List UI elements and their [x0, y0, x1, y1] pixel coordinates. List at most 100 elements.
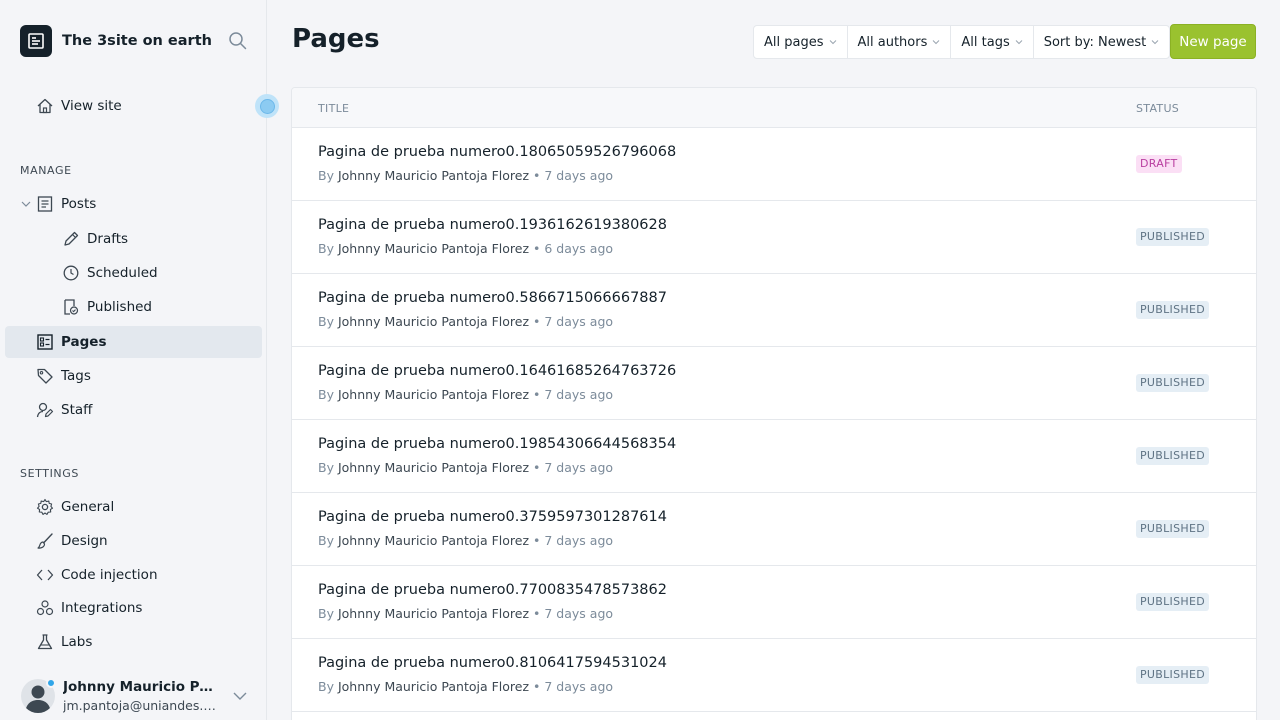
table-row[interactable]: Pagina de prueba numero0.586671506666788… — [292, 274, 1256, 347]
column-status-header: STATUS — [1136, 102, 1180, 115]
page-title-link[interactable]: Pagina de prueba numero0.164616852647637… — [318, 363, 676, 379]
page-meta: By Johnny Mauricio Pantoja Florez • 6 da… — [318, 241, 613, 256]
by-label: By — [318, 679, 334, 694]
manage-section-label: MANAGE — [20, 164, 72, 177]
home-icon — [36, 97, 54, 115]
table-row[interactable]: Pagina de prueba numero0.193616261938062… — [292, 201, 1256, 274]
nav-staff[interactable]: Staff — [5, 394, 262, 426]
meta-separator: • — [533, 606, 541, 621]
table-row[interactable]: Pagina de prueba numero0.164616852647637… — [292, 347, 1256, 420]
nav-drafts-label: Drafts — [87, 231, 129, 247]
brand[interactable]: The 3site on earth — [20, 25, 212, 57]
filter-author-label: All authors — [857, 34, 928, 50]
relative-time: 7 days ago — [544, 679, 614, 694]
nav-posts[interactable]: Posts — [5, 188, 262, 220]
page-meta: By Johnny Mauricio Pantoja Florez • 7 da… — [318, 606, 613, 621]
table-row[interactable]: Pagina de prueba numero0.375959730128761… — [292, 493, 1256, 566]
nav-code-injection[interactable]: Code injection — [5, 559, 262, 591]
pages-table: TITLE STATUS Pagina de prueba numero0.18… — [291, 87, 1257, 720]
relative-time: 7 days ago — [544, 314, 614, 329]
nav-published-label: Published — [87, 299, 152, 315]
meta-separator: • — [533, 533, 541, 548]
nav-tags[interactable]: Tags — [5, 360, 262, 392]
nav-pages[interactable]: Pages — [5, 326, 262, 358]
relative-time: 7 days ago — [544, 460, 614, 475]
user-name: Johnny Mauricio Pantoja Florez — [63, 679, 221, 695]
author-name: Johnny Mauricio Pantoja Florez — [337, 387, 530, 402]
filter-author[interactable]: All authors — [848, 26, 952, 58]
tag-icon — [36, 367, 54, 385]
pages-icon — [36, 333, 54, 351]
relative-time: 7 days ago — [544, 533, 614, 548]
page-title-link[interactable]: Pagina de prueba numero0.180650595267960… — [318, 144, 676, 160]
filter-type[interactable]: All pages — [754, 26, 848, 58]
author-name: Johnny Mauricio Pantoja Florez — [337, 460, 530, 475]
site-logo-icon — [20, 25, 52, 57]
chevron-down-icon — [1151, 40, 1159, 45]
page-title-link[interactable]: Pagina de prueba numero0.586671506666788… — [318, 290, 667, 306]
nav-published[interactable]: Published — [5, 291, 262, 323]
code-icon — [36, 566, 54, 584]
author-name: Johnny Mauricio Pantoja Florez — [337, 314, 530, 329]
nav-integrations-label: Integrations — [61, 600, 143, 616]
page-meta: By Johnny Mauricio Pantoja Florez • 7 da… — [318, 314, 613, 329]
nav-drafts[interactable]: Drafts — [5, 223, 262, 255]
page-title-link[interactable]: Pagina de prueba numero0.375959730128761… — [318, 509, 667, 525]
status-badge: PUBLISHED — [1136, 666, 1209, 684]
page-title-link[interactable]: Pagina de prueba numero0.193616261938062… — [318, 217, 667, 233]
column-title-header: TITLE — [318, 102, 350, 115]
nav-scheduled[interactable]: Scheduled — [5, 257, 262, 289]
nav-general[interactable]: General — [5, 491, 262, 523]
table-row[interactable]: Pagina de prueba numero0.198543066445683… — [292, 420, 1256, 493]
filter-sort[interactable]: Sort by: Newest — [1034, 26, 1170, 58]
author-name: Johnny Mauricio Pantoja Florez — [337, 606, 530, 621]
page-meta: By Johnny Mauricio Pantoja Florez • 7 da… — [318, 387, 613, 402]
nav-general-label: General — [61, 499, 115, 515]
filter-tag-label: All tags — [961, 34, 1010, 50]
brush-icon — [36, 532, 54, 550]
filter-bar: All pages All authors All tags Sort by: … — [753, 25, 1171, 59]
meta-separator: • — [533, 387, 541, 402]
by-label: By — [318, 533, 334, 548]
by-label: By — [318, 168, 334, 183]
meta-separator: • — [533, 679, 541, 694]
search-icon[interactable] — [228, 31, 248, 51]
page-title-link[interactable]: Pagina de prueba numero0.770083547857386… — [318, 582, 667, 598]
relative-time: 7 days ago — [544, 387, 614, 402]
site-title: The 3site on earth — [62, 33, 212, 49]
meta-separator: • — [533, 314, 541, 329]
nav-code-injection-label: Code injection — [61, 567, 158, 583]
page-meta: By Johnny Mauricio Pantoja Florez • 7 da… — [318, 533, 613, 548]
new-page-button[interactable]: New page — [1170, 24, 1256, 59]
nav-labs[interactable]: Labs — [5, 626, 262, 658]
page-title-link[interactable]: Pagina de prueba numero0.810641759453102… — [318, 655, 667, 671]
table-row[interactable]: Pagina de prueba numero0.180650595267960… — [292, 128, 1256, 201]
table-row[interactable]: Pagina de prueba numero0.810641759453102… — [292, 639, 1256, 712]
flask-icon — [36, 633, 54, 651]
page-meta: By Johnny Mauricio Pantoja Florez • 7 da… — [318, 679, 613, 694]
nav-view-site[interactable]: View site — [5, 90, 262, 122]
meta-separator: • — [533, 241, 541, 256]
filter-tag[interactable]: All tags — [951, 26, 1034, 58]
nav-design-label: Design — [61, 533, 108, 549]
notification-dot — [46, 678, 56, 688]
sidebar: The 3site on earth View site MANAGE Post… — [0, 0, 279, 720]
chevron-down-icon[interactable] — [20, 198, 32, 210]
clock-icon — [62, 264, 80, 282]
status-badge: PUBLISHED — [1136, 447, 1209, 465]
table-row[interactable]: Pagina de prueba numero0.770083547857386… — [292, 566, 1256, 639]
staff-icon — [36, 401, 54, 419]
nav-pages-label: Pages — [61, 334, 107, 350]
page-title-link[interactable]: Pagina de prueba numero0.198543066445683… — [318, 436, 676, 452]
chevron-down-icon[interactable] — [232, 688, 248, 704]
status-badge: PUBLISHED — [1136, 228, 1209, 246]
status-badge: PUBLISHED — [1136, 520, 1209, 538]
status-badge: PUBLISHED — [1136, 593, 1209, 611]
nav-integrations[interactable]: Integrations — [5, 592, 262, 624]
page-meta: By Johnny Mauricio Pantoja Florez • 7 da… — [318, 460, 613, 475]
page-title: Pages — [292, 24, 380, 54]
user-menu[interactable]: Johnny Mauricio Pantoja Florez jm.pantoj… — [20, 676, 260, 716]
meta-separator: • — [533, 460, 541, 475]
chevron-down-icon — [933, 40, 940, 45]
nav-design[interactable]: Design — [5, 525, 262, 557]
